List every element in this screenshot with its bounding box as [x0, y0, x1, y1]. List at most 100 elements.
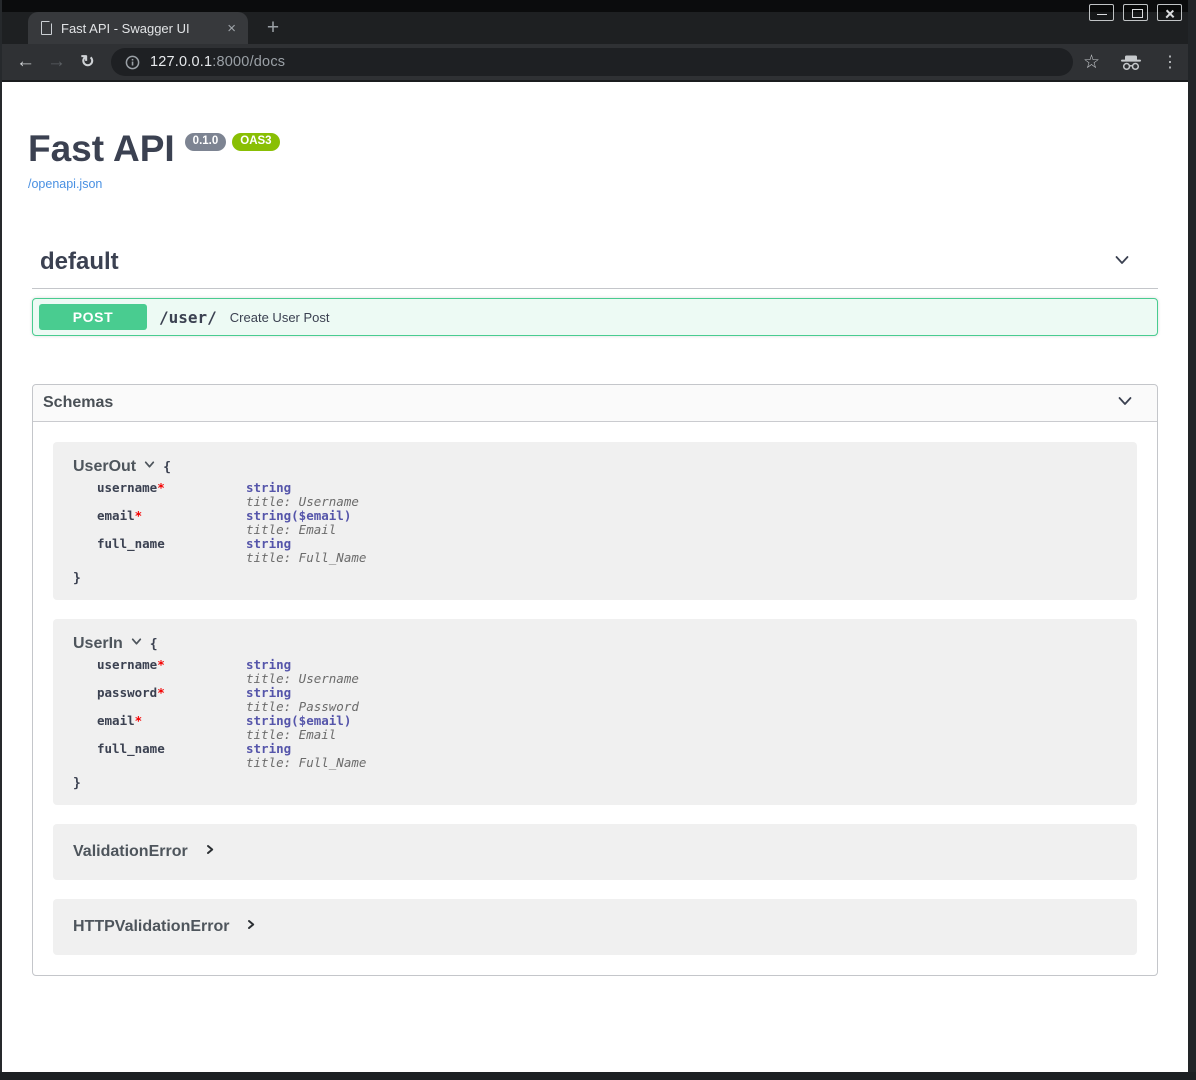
- schemas-section: Schemas UserOut { username: [32, 384, 1158, 976]
- prop-type: string: [246, 713, 291, 728]
- model-name: UserOut: [73, 458, 136, 476]
- close-brace: }: [73, 776, 1117, 791]
- prop-type: string: [246, 685, 291, 700]
- required-star: *: [157, 480, 165, 495]
- tag-header[interactable]: default: [32, 248, 1158, 289]
- schema-property: email* string($email) title: Email: [97, 714, 1117, 742]
- close-brace: }: [73, 571, 1117, 586]
- openapi-spec-link[interactable]: /openapi.json: [28, 177, 102, 191]
- prop-name: username: [97, 657, 157, 672]
- tag-name: default: [40, 248, 119, 276]
- prop-name: password: [97, 685, 157, 700]
- new-tab-button[interactable]: +: [260, 15, 286, 41]
- window-border-left: [0, 0, 2, 1080]
- tab-title: Fast API - Swagger UI: [61, 21, 216, 36]
- back-icon[interactable]: ←: [10, 44, 41, 80]
- required-star: *: [135, 713, 143, 728]
- prop-title: title: Email: [246, 523, 351, 537]
- window-border-right: [1188, 0, 1196, 1080]
- model-validationerror[interactable]: ValidationError: [53, 824, 1137, 880]
- version-badge: 0.1.0: [185, 133, 227, 151]
- prop-name: full_name: [97, 536, 165, 551]
- prop-name: email: [97, 713, 135, 728]
- opblock-post-user[interactable]: POST /user/ Create User Post: [32, 298, 1158, 336]
- prop-type: string: [246, 536, 291, 551]
- model-userin: UserIn { username* string title: Usernam…: [53, 619, 1137, 805]
- schema-property: password* string title: Password: [97, 686, 1117, 714]
- window-border-bottom: [0, 1072, 1196, 1080]
- prop-type: string: [246, 741, 291, 756]
- window-controls: [1089, 4, 1182, 21]
- prop-title: title: Username: [246, 495, 359, 509]
- prop-type: string: [246, 480, 291, 495]
- reload-icon[interactable]: ↻: [72, 44, 103, 80]
- model-name: ValidationError: [73, 843, 188, 861]
- api-info: Fast API 0.1.0 OAS3 /openapi.json: [2, 82, 1188, 193]
- required-star: *: [135, 508, 143, 523]
- open-brace: {: [150, 637, 158, 652]
- page-title: Fast API: [28, 128, 175, 170]
- address-bar[interactable]: 127.0.0.1:8000/docs: [111, 48, 1073, 76]
- browser-tab[interactable]: Fast API - Swagger UI ×: [28, 12, 248, 44]
- schema-property: full_name string title: Full_Name: [97, 742, 1117, 770]
- maximize-button[interactable]: [1123, 4, 1148, 21]
- schemas-heading: Schemas: [43, 394, 113, 412]
- required-star: *: [157, 657, 165, 672]
- schema-property: username* string title: Username: [97, 481, 1117, 509]
- incognito-icon: [1120, 54, 1142, 71]
- minimize-button[interactable]: [1089, 4, 1114, 21]
- oas3-badge: OAS3: [232, 133, 279, 151]
- chevron-down-icon[interactable]: [130, 635, 143, 653]
- endpoint-path: /user/: [159, 308, 217, 327]
- tab-strip: Fast API - Swagger UI × +: [0, 12, 1196, 44]
- browser-chrome: Fast API - Swagger UI × + ← → ↻ 127.0.0.…: [0, 0, 1196, 82]
- model-title-row[interactable]: UserIn {: [73, 635, 1117, 653]
- swagger-page: Fast API 0.1.0 OAS3 /openapi.json defaul…: [2, 82, 1188, 1072]
- site-info-icon[interactable]: [125, 55, 140, 70]
- close-window-button[interactable]: [1157, 4, 1182, 21]
- endpoint-summary: Create User Post: [230, 310, 330, 325]
- url-host: 127.0.0.1: [150, 54, 212, 70]
- chevron-right-icon[interactable]: [204, 843, 216, 861]
- collapse-chevron-icon[interactable]: [1112, 250, 1132, 275]
- tab-close-icon[interactable]: ×: [225, 21, 238, 36]
- schemas-header[interactable]: Schemas: [33, 385, 1157, 422]
- open-brace: {: [163, 460, 171, 475]
- model-name: UserIn: [73, 635, 123, 653]
- prop-title: title: Username: [246, 672, 359, 686]
- browser-menu-icon[interactable]: ⋮: [1162, 52, 1178, 72]
- prop-format: ($email): [291, 713, 351, 728]
- prop-title: title: Full_Name: [246, 756, 366, 770]
- prop-format: ($email): [291, 508, 351, 523]
- prop-name: full_name: [97, 741, 165, 756]
- prop-title: title: Full_Name: [246, 551, 366, 565]
- browser-toolbar: ← → ↻ 127.0.0.1:8000/docs ☆: [0, 44, 1196, 82]
- window-titlebar: [0, 0, 1196, 12]
- toolbar-right: ☆ ⋮: [1083, 51, 1178, 74]
- forward-icon: →: [41, 44, 72, 80]
- model-name: HTTPValidationError: [73, 918, 229, 936]
- prop-name: username: [97, 480, 157, 495]
- bookmark-star-icon[interactable]: ☆: [1083, 51, 1100, 74]
- prop-type: string: [246, 508, 291, 523]
- chevron-right-icon[interactable]: [245, 918, 257, 936]
- prop-name: email: [97, 508, 135, 523]
- model-httpvalidationerror[interactable]: HTTPValidationError: [53, 899, 1137, 955]
- method-badge: POST: [39, 304, 147, 330]
- schema-property: email* string($email) title: Email: [97, 509, 1117, 537]
- chevron-down-icon[interactable]: [143, 458, 156, 476]
- schemas-body: UserOut { username* string title: Userna…: [33, 422, 1157, 975]
- prop-title: title: Password: [246, 700, 359, 714]
- prop-type: string: [246, 657, 291, 672]
- model-userout: UserOut { username* string title: Userna…: [53, 442, 1137, 600]
- schema-property: username* string title: Username: [97, 658, 1117, 686]
- collapse-chevron-icon[interactable]: [1115, 391, 1135, 416]
- required-star: *: [157, 685, 165, 700]
- model-title-row[interactable]: UserOut {: [73, 458, 1117, 476]
- url-text[interactable]: 127.0.0.1:8000/docs: [150, 54, 285, 70]
- page-favicon-icon: [41, 21, 52, 35]
- prop-title: title: Email: [246, 728, 351, 742]
- url-path: :8000/docs: [212, 54, 285, 70]
- tag-section-default: default POST /user/ Create User Post: [32, 248, 1158, 336]
- schema-property: full_name string title: Full_Name: [97, 537, 1117, 565]
